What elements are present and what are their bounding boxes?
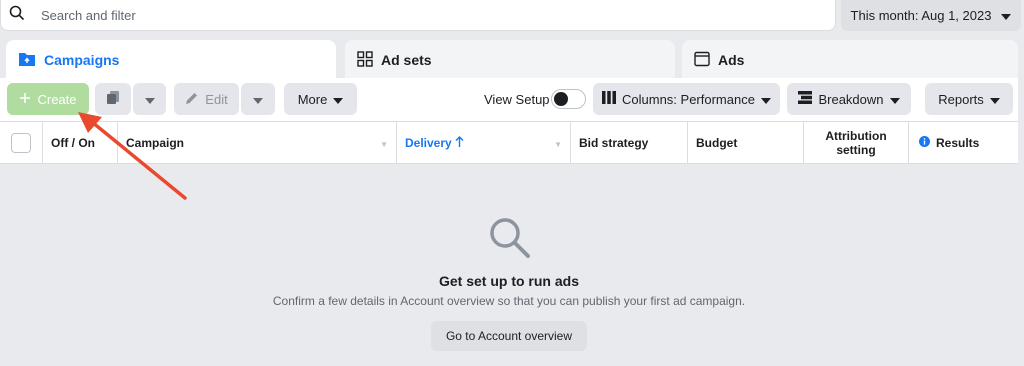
tab-ads-label: Ads	[718, 52, 745, 68]
column-header-attribution-setting[interactable]: Attribution setting	[804, 122, 909, 164]
columns-button-label: Columns: Performance	[622, 91, 755, 107]
edit-dropdown-button[interactable]	[241, 83, 275, 115]
plus-icon	[19, 92, 31, 107]
sort-caret-icon: ▼	[554, 140, 562, 149]
date-range-button[interactable]: This month: Aug 1, 2023	[841, 0, 1021, 31]
empty-state-title: Get set up to run ads	[438, 273, 579, 289]
more-button-label: More	[297, 91, 328, 107]
column-header-bid-strategy[interactable]: Bid strategy	[571, 122, 688, 164]
tab-ad-sets[interactable]: Ad sets	[345, 40, 675, 80]
tab-campaigns-label: Campaigns	[44, 52, 120, 68]
search-bar[interactable]: Search and filter	[0, 0, 836, 31]
columns-button[interactable]: Columns: Performance	[593, 83, 780, 115]
pencil-icon	[185, 91, 199, 108]
search-placeholder: Search and filter	[41, 7, 136, 23]
view-setup-toggle[interactable]	[551, 89, 586, 109]
magnifier-icon	[488, 216, 532, 265]
reports-button[interactable]: Reports	[925, 83, 1013, 115]
tab-ad-sets-label: Ad sets	[381, 52, 432, 68]
caret-down-icon	[760, 92, 771, 107]
caret-down-icon	[333, 92, 344, 107]
caret-down-icon	[989, 92, 1000, 107]
breakdown-button-label: Breakdown	[818, 91, 884, 107]
caret-down-icon	[144, 92, 155, 107]
column-label: Results	[936, 136, 980, 150]
grid-icon	[357, 50, 373, 70]
reports-button-label: Reports	[938, 91, 984, 107]
folder-icon	[18, 51, 36, 70]
column-label: Budget	[696, 136, 738, 150]
go-to-account-overview-button[interactable]: Go to Account overview	[431, 321, 587, 351]
create-button-label: Create	[37, 91, 77, 107]
more-button[interactable]: More	[284, 83, 357, 115]
tab-ads[interactable]: Ads	[682, 40, 1018, 80]
sort-caret-icon: ▼	[380, 140, 388, 149]
info-icon[interactable]	[919, 136, 930, 150]
edit-button-label: Edit	[205, 91, 228, 107]
column-header-results[interactable]: Results	[909, 122, 1018, 164]
column-label: Delivery	[405, 136, 452, 150]
toggle-knob	[554, 92, 568, 106]
caret-down-icon	[889, 92, 900, 107]
search-icon	[9, 5, 25, 26]
window-icon	[694, 51, 710, 70]
empty-state-description: Confirm a few details in Account overvie…	[272, 294, 746, 308]
caret-down-icon	[253, 92, 263, 107]
breakdown-button[interactable]: Breakdown	[787, 83, 911, 115]
column-header-budget[interactable]: Budget	[688, 122, 804, 164]
annotation-arrow-icon	[78, 112, 187, 200]
column-header-delivery[interactable]: Delivery ▼	[397, 122, 571, 164]
select-all-cell	[0, 122, 43, 164]
breakdown-icon	[798, 91, 813, 107]
caret-down-icon	[1001, 8, 1012, 23]
tab-campaigns[interactable]: Campaigns	[6, 40, 336, 80]
column-label: Attribution setting	[825, 129, 887, 157]
duplicate-icon	[106, 90, 120, 108]
sort-ascending-icon	[455, 136, 464, 150]
columns-icon	[602, 91, 617, 107]
view-setup-label: View Setup	[484, 92, 550, 107]
select-all-checkbox[interactable]	[11, 133, 31, 153]
date-range-label: This month: Aug 1, 2023	[850, 8, 992, 23]
column-label: Bid strategy	[579, 136, 649, 150]
